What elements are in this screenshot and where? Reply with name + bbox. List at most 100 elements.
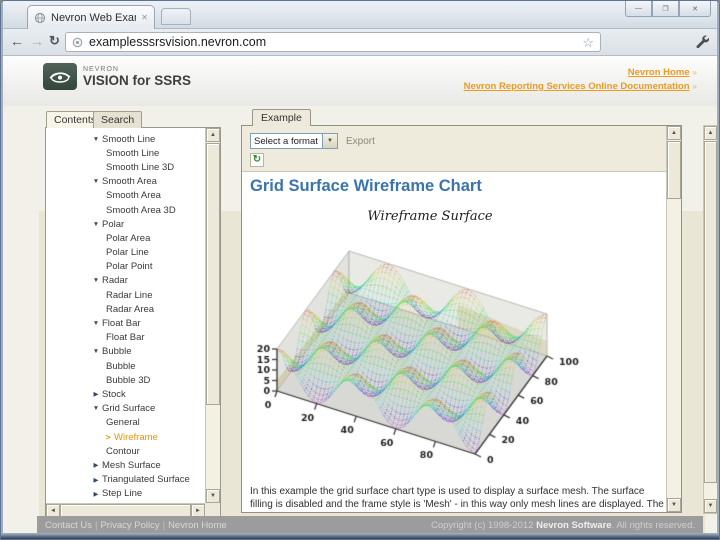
window-right-border	[717, 1, 719, 539]
tree-item-label: Bubble	[102, 346, 132, 357]
format-select-value: Select a format	[251, 134, 322, 148]
tree-item-polar-area[interactable]: Polar Area	[46, 231, 204, 245]
bookmark-star-icon[interactable]: ☆	[582, 36, 594, 49]
export-button[interactable]: Export	[346, 136, 375, 147]
contact-us-link[interactable]: Contact Us	[45, 520, 92, 531]
new-tab-button[interactable]	[161, 8, 191, 25]
tree-item-grid-surface[interactable]: ▼Grid Surface	[46, 402, 204, 416]
report-scroll-thumb[interactable]	[667, 141, 681, 199]
tree-item-float-bar[interactable]: ▼Float Bar	[46, 316, 204, 330]
tree-item-step-line[interactable]: ▶Step Line	[46, 487, 204, 501]
expand-icon: ▶	[90, 490, 102, 498]
tree-item-label: Stock	[102, 389, 126, 400]
window-controls: — ❐ ✕	[625, 1, 711, 17]
tree-item-polar-line[interactable]: Polar Line	[46, 246, 204, 260]
scroll-down-icon[interactable]: ▼	[704, 499, 717, 513]
tree-item-label: Smooth Line	[106, 148, 159, 159]
online-documentation-link[interactable]: Nevron Reporting Services Online Documen…	[464, 81, 690, 92]
page-vertical-scrollbar[interactable]: ▲ ▼	[703, 125, 718, 514]
link-arrow-icon: »	[693, 82, 697, 91]
window-left-border	[1, 1, 3, 539]
sidebar-horizontal-scrollbar[interactable]: ◄ ►	[46, 503, 205, 517]
wrench-menu-icon[interactable]	[695, 34, 709, 53]
tree-item-float-bar[interactable]: Float Bar	[46, 331, 204, 345]
tree-item-bubble[interactable]: ▼Bubble	[46, 345, 204, 359]
tree-item-triangulated-surface[interactable]: ▶Triangulated Surface	[46, 473, 204, 487]
tree-item-contour[interactable]: Contour	[46, 444, 204, 458]
tree-item-label: Wireframe	[114, 432, 158, 443]
copyright-text: Copyright (c) 1998-2012 Nevron Software.…	[431, 520, 695, 531]
tree-item-smooth-area[interactable]: Smooth Area	[46, 189, 204, 203]
tab-title: Nevron Web Examp	[51, 12, 136, 24]
tree-item-polar-point[interactable]: Polar Point	[46, 260, 204, 274]
scroll-up-icon[interactable]: ▲	[206, 128, 220, 142]
wireframe-chart-canvas	[250, 229, 610, 473]
nevron-home-footer-link[interactable]: Nevron Home	[168, 520, 227, 531]
browser-navbar: ← → ↻ examplesssrsvision.nevron.com ☆	[1, 29, 719, 56]
collapse-icon: ▼	[90, 405, 102, 412]
footer-links: Contact Us|Privacy Policy|Nevron Home	[45, 520, 227, 531]
reload-icon[interactable]: ↻	[49, 33, 60, 49]
url-text[interactable]: examplesssrsvision.nevron.com	[89, 35, 576, 49]
address-bar[interactable]: examplesssrsvision.nevron.com ☆	[65, 32, 601, 52]
tree-item-label: Mesh Surface	[102, 460, 161, 471]
tree-item-bubble-3d[interactable]: Bubble 3D	[46, 373, 204, 387]
tree-item-label: Bubble	[106, 361, 136, 372]
logo-product-text: VISION for SSRS	[83, 74, 191, 88]
scroll-down-icon[interactable]: ▼	[206, 489, 220, 503]
tab-search[interactable]: Search	[93, 111, 142, 128]
scroll-down-icon[interactable]: ▼	[667, 498, 681, 512]
browser-tab[interactable]: Nevron Web Examp ✕	[27, 5, 155, 29]
tree-item-label: Smooth Line 3D	[106, 162, 174, 173]
footer-separator: |	[95, 520, 97, 531]
back-icon[interactable]: ←	[10, 33, 24, 49]
refresh-report-icon[interactable]: ↻	[250, 153, 264, 167]
tree-item-label: Polar Line	[106, 247, 149, 258]
tree-item-bubble[interactable]: Bubble	[46, 359, 204, 373]
tree-item-wireframe[interactable]: >Wireframe	[46, 430, 204, 444]
scroll-up-icon[interactable]: ▲	[704, 126, 717, 140]
collapse-icon: ▼	[90, 320, 102, 327]
export-toolbar: Select a format ▼ Export ↻	[242, 126, 666, 172]
tree-item-radar-line[interactable]: Radar Line	[46, 288, 204, 302]
sidebar-scroll-thumb[interactable]	[206, 143, 220, 405]
tree-item-label: Polar Point	[106, 261, 152, 272]
tree-item-radar-area[interactable]: Radar Area	[46, 302, 204, 316]
tab-example[interactable]: Example	[252, 109, 311, 126]
tree-item-general[interactable]: General	[46, 416, 204, 430]
minimize-button[interactable]: —	[625, 1, 652, 17]
copyright-company: Nevron Software	[536, 520, 612, 531]
collapse-icon: ▼	[90, 277, 102, 284]
collapse-icon: ▼	[90, 221, 102, 228]
tree-item-label: Contour	[106, 446, 140, 457]
close-button[interactable]: ✕	[679, 1, 711, 17]
tree-item-smooth-line-3d[interactable]: Smooth Line 3D	[46, 160, 204, 174]
tree-item-radar[interactable]: ▼Radar	[46, 274, 204, 288]
browser-window: Nevron Web Examp ✕ — ❐ ✕ ← → ↻ exampless…	[0, 0, 720, 540]
report-vertical-scrollbar[interactable]: ▲ ▼	[666, 126, 681, 512]
maximize-button[interactable]: ❐	[652, 1, 679, 17]
tree-item-smooth-line[interactable]: ▼Smooth Line	[46, 132, 204, 146]
tree-item-stock[interactable]: ▶Stock	[46, 387, 204, 401]
tree-item-mesh-surface[interactable]: ▶Mesh Surface	[46, 458, 204, 472]
tree-item-label: Grid Surface	[102, 403, 155, 414]
nevron-home-link[interactable]: Nevron Home	[628, 67, 690, 78]
tree-item-smooth-area[interactable]: ▼Smooth Area	[46, 175, 204, 189]
format-select[interactable]: Select a format ▼	[250, 133, 338, 149]
privacy-policy-link[interactable]: Privacy Policy	[100, 520, 159, 531]
forward-icon[interactable]: →	[30, 33, 44, 49]
sidebar-vertical-scrollbar[interactable]: ▲ ▼	[205, 128, 220, 503]
scroll-up-icon[interactable]: ▲	[667, 126, 681, 140]
collapse-icon: ▼	[90, 136, 102, 143]
copyright-suffix: . All rights reserved.	[612, 520, 695, 531]
tab-close-icon[interactable]: ✕	[141, 14, 148, 22]
example-panel: Select a format ▼ Export ↻ Grid Surface …	[241, 125, 682, 513]
page-scroll-thumb[interactable]	[704, 141, 717, 483]
site-header: NEVRON VISION for SSRS Nevron Home» Nevr…	[3, 56, 717, 106]
tree-item-polar[interactable]: ▼Polar	[46, 217, 204, 231]
tree-item-label: Smooth Area	[106, 190, 161, 201]
tree-item-smooth-area-3d[interactable]: Smooth Area 3D	[46, 203, 204, 217]
tree-item-smooth-line[interactable]: Smooth Line	[46, 146, 204, 160]
tree-item-label: General	[106, 417, 140, 428]
chevron-down-icon[interactable]: ▼	[322, 134, 337, 148]
